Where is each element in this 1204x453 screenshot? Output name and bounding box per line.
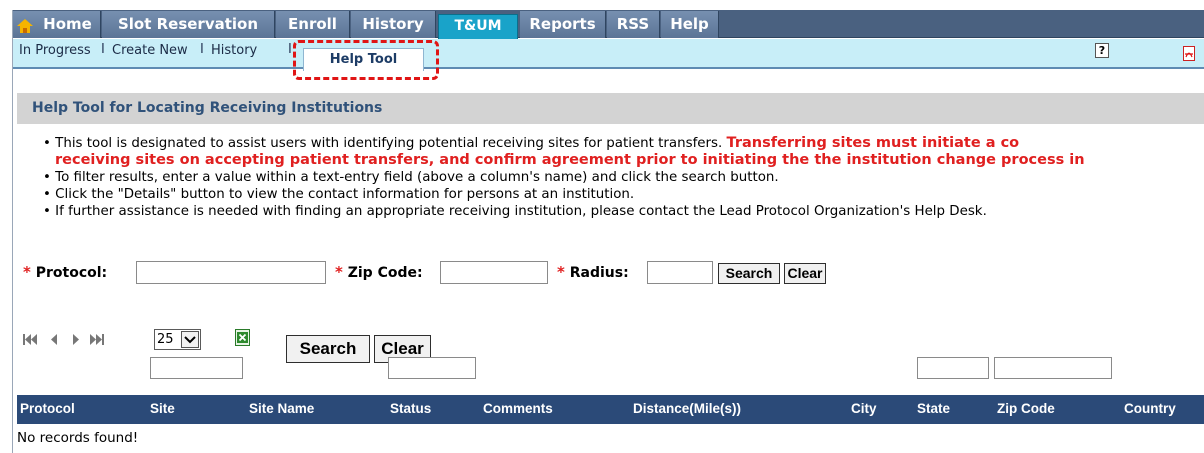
tab-label: Help	[670, 15, 709, 33]
page-size-select[interactable]: 25	[154, 329, 201, 350]
instruction-text: This tool is designated to assist users …	[55, 136, 727, 151]
chevron-down-icon[interactable]	[181, 331, 199, 348]
zip-code-label: * Zip Code:	[335, 263, 423, 281]
instruction-item: receiving sites on accepting patient tra…	[43, 152, 1204, 169]
tab-label: Enroll	[288, 15, 337, 33]
bullet-marker: •	[43, 170, 51, 185]
tab-history[interactable]: History	[351, 11, 436, 38]
first-page-icon[interactable]	[22, 333, 38, 346]
bullet-marker: •	[43, 136, 51, 151]
column-zip-code[interactable]: Zip Code	[997, 401, 1055, 416]
zip-code-input[interactable]	[440, 261, 548, 284]
bullet-marker: •	[43, 187, 51, 202]
subnav-separator: I	[288, 42, 292, 57]
column-protocol[interactable]: Protocol	[20, 401, 75, 416]
required-marker: *	[23, 263, 31, 281]
next-page-icon[interactable]	[71, 333, 81, 346]
protocol-label-text: Protocol:	[35, 265, 108, 281]
instruction-text: Click the "Details" button to view the c…	[55, 187, 635, 202]
top-navigation: Home Slot Reservation Enroll History T&U…	[13, 10, 1204, 39]
instruction-item: • Click the "Details" button to view the…	[43, 186, 1204, 203]
column-distance[interactable]: Distance(Mile(s))	[633, 401, 741, 416]
pager-toolbar: 25 Search Clear	[13, 324, 1204, 363]
tab-label: Home	[43, 15, 92, 33]
tab-label: RSS	[616, 15, 650, 33]
site-filter-input[interactable]	[150, 357, 243, 379]
protocol-input[interactable]	[136, 261, 326, 284]
tab-slot-reservation[interactable]: Slot Reservation	[102, 11, 275, 38]
help-tool-highlight	[293, 40, 439, 80]
instructions-list: • This tool is designated to assist user…	[43, 135, 1204, 220]
column-city[interactable]: City	[851, 401, 877, 416]
state-filter-input[interactable]	[917, 357, 989, 379]
instruction-item: • If further assistance is needed with f…	[43, 203, 1204, 220]
zip-code-label-text: Zip Code:	[347, 265, 423, 281]
zip-code-filter-input[interactable]	[994, 357, 1112, 379]
instruction-text: To filter results, enter a value within …	[55, 170, 779, 185]
tab-label: Slot Reservation	[117, 15, 259, 33]
home-icon	[17, 19, 33, 33]
radius-label-text: Radius:	[569, 265, 629, 281]
search-form: * Protocol: * Zip Code: * Radius: Search…	[13, 260, 1204, 286]
radius-input[interactable]	[647, 261, 713, 284]
instruction-item: • To filter results, enter a value withi…	[43, 169, 1204, 186]
tab-label: Reports	[529, 15, 596, 33]
tab-label: T&UM	[454, 18, 502, 34]
tab-enroll[interactable]: Enroll	[276, 11, 350, 38]
help-question-icon[interactable]: ?	[1095, 43, 1109, 58]
subnav-create-new[interactable]: Create New	[112, 43, 188, 58]
section-title: Help Tool for Locating Receiving Institu…	[17, 93, 1204, 124]
previous-page-icon[interactable]	[49, 333, 59, 346]
protocol-label: * Protocol:	[23, 263, 107, 281]
column-site-name[interactable]: Site Name	[249, 401, 314, 416]
last-page-icon[interactable]	[89, 333, 105, 346]
status-filter-input[interactable]	[388, 357, 476, 379]
page-size-value: 25	[157, 332, 174, 347]
column-country[interactable]: Country	[1124, 401, 1176, 416]
subnav-separator: I	[200, 42, 204, 57]
required-marker: *	[335, 263, 343, 281]
column-comments[interactable]: Comments	[483, 401, 553, 416]
instruction-warning: Transferring sites must initiate a co	[726, 135, 1020, 151]
radius-label: * Radius:	[557, 263, 629, 281]
pdf-icon[interactable]	[1183, 46, 1195, 61]
bullet-marker: •	[43, 204, 51, 219]
subnav-history[interactable]: History	[211, 43, 257, 58]
app-frame: Home Slot Reservation Enroll History T&U…	[12, 10, 1204, 453]
form-search-button[interactable]: Search	[718, 263, 780, 284]
tab-tum[interactable]: T&UM	[438, 14, 518, 39]
column-state[interactable]: State	[917, 401, 950, 416]
excel-export-icon[interactable]	[235, 329, 250, 346]
instruction-warning: receiving sites on accepting patient tra…	[55, 152, 1085, 168]
tab-help[interactable]: Help	[661, 11, 719, 38]
tab-label: History	[362, 15, 424, 33]
column-site[interactable]: Site	[150, 401, 175, 416]
results-table-header: Protocol Site Site Name Status Comments …	[17, 395, 1204, 424]
empty-table-message: No records found!	[17, 430, 139, 446]
sub-navigation: In Progress I Create New I History I Hel…	[13, 39, 1204, 71]
required-marker: *	[557, 263, 565, 281]
tab-reports[interactable]: Reports	[520, 11, 606, 38]
instruction-text: If further assistance is needed with fin…	[55, 204, 987, 219]
form-clear-button[interactable]: Clear	[784, 263, 826, 284]
subnav-in-progress[interactable]: In Progress	[19, 43, 91, 58]
column-status[interactable]: Status	[390, 401, 431, 416]
subnav-separator: I	[101, 42, 105, 57]
tab-rss[interactable]: RSS	[607, 11, 660, 38]
tab-home[interactable]: Home	[13, 11, 101, 38]
instruction-item: • This tool is designated to assist user…	[43, 135, 1204, 152]
pager-search-button[interactable]: Search	[286, 335, 370, 363]
